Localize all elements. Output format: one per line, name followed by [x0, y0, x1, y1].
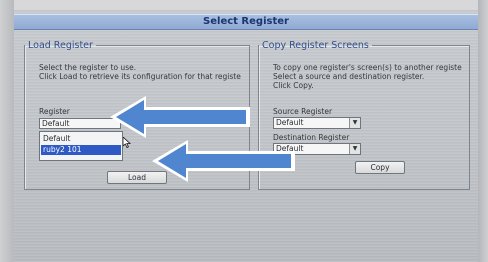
load-register-group: Load Register Select the register to use… [24, 40, 250, 190]
copy-instruction-line-1: To copy one register's screen(s) to anot… [273, 63, 462, 72]
chevron-down-icon[interactable]: ▼ [349, 118, 360, 128]
source-register-label: Source Register [273, 107, 333, 116]
load-register-legend: Load Register [28, 40, 93, 51]
title-bar: Select Register [14, 14, 478, 30]
list-item-default[interactable]: Default [41, 134, 121, 144]
copy-button[interactable]: Copy [355, 161, 405, 174]
window-title: Select Register [203, 16, 289, 27]
load-instruction-line-1: Select the register to use. [39, 63, 137, 72]
register-label: Register [39, 107, 70, 116]
monitor-bezel-right [478, 0, 488, 262]
load-instruction-line-2: Click Load to retrieve its configuration… [39, 72, 241, 81]
screen: Select Register Load Register Select the… [14, 10, 478, 262]
list-item-ruby2-101[interactable]: ruby2 101 [41, 145, 121, 155]
mouse-cursor-icon [123, 137, 131, 148]
source-register-value: Default [276, 118, 304, 127]
load-button[interactable]: Load [107, 171, 167, 184]
copy-register-group: Copy Register Screens To copy one regist… [258, 40, 470, 190]
monitor-bezel-top [0, 0, 488, 10]
destination-register-value: Default [276, 144, 304, 153]
register-input[interactable]: Default [39, 118, 121, 129]
destination-register-select[interactable]: Default ▼ [273, 143, 361, 155]
copy-instruction-line-3: Click Copy. [273, 81, 314, 90]
copy-register-legend: Copy Register Screens [262, 40, 369, 51]
copy-instruction-line-2: Select a source and destination register… [273, 72, 425, 81]
monitor-bezel-left [0, 0, 14, 262]
register-listbox[interactable]: Default ruby2 101 [39, 131, 123, 161]
source-register-select[interactable]: Default ▼ [273, 117, 361, 129]
chevron-down-icon[interactable]: ▼ [349, 144, 360, 154]
destination-register-label: Destination Register [273, 133, 350, 142]
